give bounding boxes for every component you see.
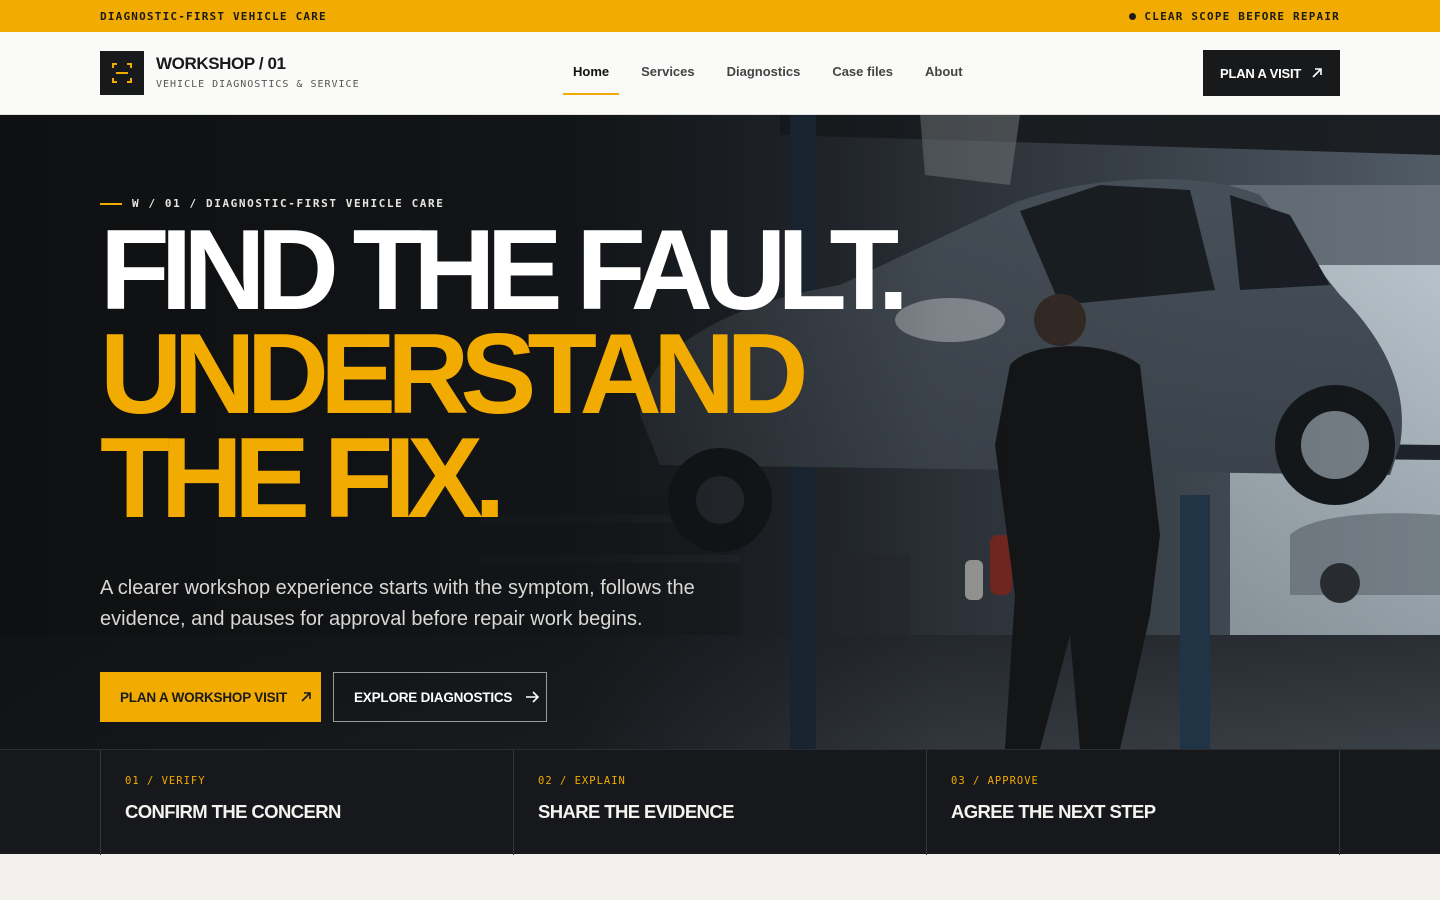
arrow-up-right-icon	[301, 692, 311, 702]
eyebrow-rule	[100, 202, 122, 205]
nav-home[interactable]: Home	[563, 32, 620, 115]
hero: W / 01 / DIAGNOSTIC-FIRST VEHICLE CARE F…	[0, 115, 1440, 749]
hero-headline: FIND THE FAULT. UNDERSTAND THE FIX.	[100, 207, 909, 542]
nav-services[interactable]: Services	[631, 32, 705, 115]
plan-workshop-visit-button[interactable]: PLAN A WORKSHOP VISIT	[100, 672, 321, 722]
announcement-left: DIAGNOSTIC-FIRST VEHICLE CARE	[100, 9, 327, 23]
announcement-bar: DIAGNOSTIC-FIRST VEHICLE CARE CLEAR SCOP…	[0, 0, 1440, 32]
hero-lede: A clearer workshop experience starts wit…	[100, 577, 695, 630]
brand-name[interactable]: WORKSHOP / 01	[156, 54, 286, 74]
nav-case-files[interactable]: Case files	[822, 32, 903, 115]
arrow-up-right-icon	[1312, 68, 1322, 78]
status-dot-icon	[1129, 12, 1137, 20]
process-steps: 01 / VERIFY CONFIRM THE CONCERN 02 / EXP…	[0, 749, 1440, 855]
explore-diagnostics-label: EXPLORE DIAGNOSTICS	[354, 689, 513, 705]
step-title: CONFIRM THE CONCERN	[125, 801, 341, 822]
explore-diagnostics-button[interactable]: EXPLORE DIAGNOSTICS	[333, 672, 547, 722]
step-title: AGREE THE NEXT STEP	[951, 801, 1156, 822]
step-approve: 03 / APPROVE AGREE THE NEXT STEP	[926, 750, 1339, 855]
announcement-right-text: CLEAR SCOPE BEFORE REPAIR	[1144, 9, 1340, 23]
site-header: WORKSHOP / 01 VEHICLE DIAGNOSTICS & SERV…	[0, 32, 1440, 115]
headline-line-3: THE FIX.	[100, 415, 506, 542]
step-title: SHARE THE EVIDENCE	[538, 801, 734, 822]
nav-about[interactable]: About	[915, 32, 973, 115]
plan-visit-label: PLAN A VISIT	[1220, 65, 1302, 81]
step-explain: 02 / EXPLAIN SHARE THE EVIDENCE	[513, 750, 926, 855]
steps-divider	[1339, 750, 1340, 855]
arrow-right-icon	[526, 691, 540, 703]
headline-line-1: FIND THE FAULT.	[100, 207, 909, 334]
step-tag: 01 / VERIFY	[125, 775, 206, 787]
brand-tagline: VEHICLE DIAGNOSTICS & SERVICE	[156, 79, 360, 90]
step-tag: 03 / APPROVE	[951, 775, 1039, 787]
announcement-right: CLEAR SCOPE BEFORE REPAIR	[1129, 10, 1340, 23]
step-verify: 01 / VERIFY CONFIRM THE CONCERN	[100, 750, 513, 855]
step-tag: 02 / EXPLAIN	[538, 775, 626, 787]
plan-visit-button[interactable]: PLAN A VISIT	[1203, 50, 1340, 96]
logo-scan-icon[interactable]	[100, 51, 144, 95]
main-nav: Home Services Diagnostics Case files Abo…	[563, 32, 985, 115]
nav-diagnostics[interactable]: Diagnostics	[717, 32, 811, 115]
plan-workshop-visit-label: PLAN A WORKSHOP VISIT	[120, 689, 288, 705]
headline-line-2: UNDERSTAND	[100, 311, 809, 438]
